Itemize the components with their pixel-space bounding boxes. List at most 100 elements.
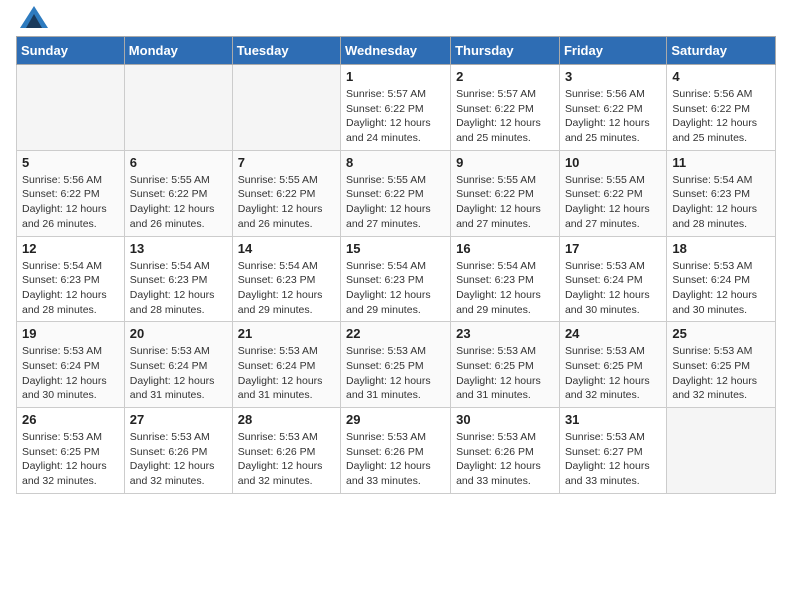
day-info: Sunrise: 5:53 AMSunset: 6:26 PMDaylight:… bbox=[346, 430, 445, 489]
day-number: 14 bbox=[238, 241, 335, 256]
day-info: Sunrise: 5:53 AMSunset: 6:24 PMDaylight:… bbox=[565, 259, 661, 318]
day-cell: 18 Sunrise: 5:53 AMSunset: 6:24 PMDayligh… bbox=[667, 236, 776, 322]
weekday-thursday: Thursday bbox=[451, 37, 560, 65]
day-info: Sunrise: 5:53 AMSunset: 6:25 PMDaylight:… bbox=[565, 344, 661, 403]
day-info: Sunrise: 5:53 AMSunset: 6:26 PMDaylight:… bbox=[130, 430, 227, 489]
day-number: 10 bbox=[565, 155, 661, 170]
day-number: 5 bbox=[22, 155, 119, 170]
day-cell: 5 Sunrise: 5:56 AMSunset: 6:22 PMDaylight… bbox=[17, 150, 125, 236]
day-number: 25 bbox=[672, 326, 770, 341]
day-info: Sunrise: 5:55 AMSunset: 6:22 PMDaylight:… bbox=[130, 173, 227, 232]
day-cell: 7 Sunrise: 5:55 AMSunset: 6:22 PMDaylight… bbox=[232, 150, 340, 236]
day-cell: 6 Sunrise: 5:55 AMSunset: 6:22 PMDaylight… bbox=[124, 150, 232, 236]
calendar: SundayMondayTuesdayWednesdayThursdayFrid… bbox=[16, 36, 776, 494]
day-number: 17 bbox=[565, 241, 661, 256]
day-cell: 28 Sunrise: 5:53 AMSunset: 6:26 PMDayligh… bbox=[232, 408, 340, 494]
day-number: 11 bbox=[672, 155, 770, 170]
day-cell: 25 Sunrise: 5:53 AMSunset: 6:25 PMDayligh… bbox=[667, 322, 776, 408]
day-cell: 20 Sunrise: 5:53 AMSunset: 6:24 PMDayligh… bbox=[124, 322, 232, 408]
weekday-friday: Friday bbox=[559, 37, 666, 65]
day-info: Sunrise: 5:55 AMSunset: 6:22 PMDaylight:… bbox=[565, 173, 661, 232]
day-number: 28 bbox=[238, 412, 335, 427]
logo bbox=[16, 16, 48, 28]
day-info: Sunrise: 5:53 AMSunset: 6:26 PMDaylight:… bbox=[238, 430, 335, 489]
day-info: Sunrise: 5:54 AMSunset: 6:23 PMDaylight:… bbox=[672, 173, 770, 232]
day-number: 31 bbox=[565, 412, 661, 427]
day-cell bbox=[17, 65, 125, 151]
day-cell: 24 Sunrise: 5:53 AMSunset: 6:25 PMDayligh… bbox=[559, 322, 666, 408]
day-cell: 9 Sunrise: 5:55 AMSunset: 6:22 PMDaylight… bbox=[451, 150, 560, 236]
weekday-saturday: Saturday bbox=[667, 37, 776, 65]
day-info: Sunrise: 5:57 AMSunset: 6:22 PMDaylight:… bbox=[456, 87, 554, 146]
day-info: Sunrise: 5:54 AMSunset: 6:23 PMDaylight:… bbox=[130, 259, 227, 318]
day-info: Sunrise: 5:53 AMSunset: 6:25 PMDaylight:… bbox=[346, 344, 445, 403]
day-number: 22 bbox=[346, 326, 445, 341]
day-cell: 13 Sunrise: 5:54 AMSunset: 6:23 PMDayligh… bbox=[124, 236, 232, 322]
day-number: 1 bbox=[346, 69, 445, 84]
day-number: 30 bbox=[456, 412, 554, 427]
weekday-header-row: SundayMondayTuesdayWednesdayThursdayFrid… bbox=[17, 37, 776, 65]
week-row-2: 5 Sunrise: 5:56 AMSunset: 6:22 PMDaylight… bbox=[17, 150, 776, 236]
day-info: Sunrise: 5:53 AMSunset: 6:25 PMDaylight:… bbox=[672, 344, 770, 403]
day-cell: 21Sunrise: 5:53 AMSunset: 6:24 PMDayligh… bbox=[232, 322, 340, 408]
day-cell: 3 Sunrise: 5:56 AMSunset: 6:22 PMDaylight… bbox=[559, 65, 666, 151]
day-info: Sunrise: 5:53 AMSunset: 6:25 PMDaylight:… bbox=[22, 430, 119, 489]
day-number: 12 bbox=[22, 241, 119, 256]
day-info: Sunrise: 5:54 AMSunset: 6:23 PMDaylight:… bbox=[456, 259, 554, 318]
day-info: Sunrise: 5:56 AMSunset: 6:22 PMDaylight:… bbox=[565, 87, 661, 146]
day-number: 26 bbox=[22, 412, 119, 427]
day-number: 23 bbox=[456, 326, 554, 341]
day-cell: 12 Sunrise: 5:54 AMSunset: 6:23 PMDayligh… bbox=[17, 236, 125, 322]
day-info: Sunrise: 5:57 AMSunset: 6:22 PMDaylight:… bbox=[346, 87, 445, 146]
day-number: 16 bbox=[456, 241, 554, 256]
day-cell: 30 Sunrise: 5:53 AMSunset: 6:26 PMDayligh… bbox=[451, 408, 560, 494]
weekday-monday: Monday bbox=[124, 37, 232, 65]
day-number: 24 bbox=[565, 326, 661, 341]
day-number: 4 bbox=[672, 69, 770, 84]
week-row-3: 12 Sunrise: 5:54 AMSunset: 6:23 PMDayligh… bbox=[17, 236, 776, 322]
day-info: Sunrise: 5:56 AMSunset: 6:22 PMDaylight:… bbox=[22, 173, 119, 232]
day-cell: 1 Sunrise: 5:57 AMSunset: 6:22 PMDaylight… bbox=[341, 65, 451, 151]
day-number: 13 bbox=[130, 241, 227, 256]
day-number: 6 bbox=[130, 155, 227, 170]
day-info: Sunrise: 5:53 AMSunset: 6:25 PMDaylight:… bbox=[456, 344, 554, 403]
day-number: 15 bbox=[346, 241, 445, 256]
week-row-5: 26 Sunrise: 5:53 AMSunset: 6:25 PMDayligh… bbox=[17, 408, 776, 494]
day-cell: 31 Sunrise: 5:53 AMSunset: 6:27 PMDayligh… bbox=[559, 408, 666, 494]
week-row-4: 19 Sunrise: 5:53 AMSunset: 6:24 PMDayligh… bbox=[17, 322, 776, 408]
day-cell: 22 Sunrise: 5:53 AMSunset: 6:25 PMDayligh… bbox=[341, 322, 451, 408]
day-info: Sunrise: 5:53 AMSunset: 6:24 PMDaylight:… bbox=[672, 259, 770, 318]
day-info: Sunrise: 5:53 AMSunset: 6:27 PMDaylight:… bbox=[565, 430, 661, 489]
day-cell bbox=[232, 65, 340, 151]
day-number: 27 bbox=[130, 412, 227, 427]
weekday-tuesday: Tuesday bbox=[232, 37, 340, 65]
day-info: Sunrise: 5:54 AMSunset: 6:23 PMDaylight:… bbox=[346, 259, 445, 318]
day-number: 20 bbox=[130, 326, 227, 341]
day-number: 9 bbox=[456, 155, 554, 170]
day-info: Sunrise: 5:55 AMSunset: 6:22 PMDaylight:… bbox=[456, 173, 554, 232]
day-number: 7 bbox=[238, 155, 335, 170]
day-info: Sunrise: 5:53 AMSunset: 6:24 PMDaylight:… bbox=[130, 344, 227, 403]
day-cell: 27 Sunrise: 5:53 AMSunset: 6:26 PMDayligh… bbox=[124, 408, 232, 494]
day-info: Sunrise: 5:53 AMSunset: 6:24 PMDaylight:… bbox=[22, 344, 119, 403]
day-info: Sunrise: 5:55 AMSunset: 6:22 PMDaylight:… bbox=[346, 173, 445, 232]
day-cell: 11 Sunrise: 5:54 AMSunset: 6:23 PMDayligh… bbox=[667, 150, 776, 236]
day-info: Sunrise: 5:54 AMSunset: 6:23 PMDaylight:… bbox=[238, 259, 335, 318]
day-number: 2 bbox=[456, 69, 554, 84]
weekday-wednesday: Wednesday bbox=[341, 37, 451, 65]
day-cell: 29Sunrise: 5:53 AMSunset: 6:26 PMDayligh… bbox=[341, 408, 451, 494]
logo-icon bbox=[20, 6, 48, 28]
day-cell: 2 Sunrise: 5:57 AMSunset: 6:22 PMDaylight… bbox=[451, 65, 560, 151]
day-number: 19 bbox=[22, 326, 119, 341]
day-cell bbox=[124, 65, 232, 151]
day-number: 3 bbox=[565, 69, 661, 84]
day-number: 8 bbox=[346, 155, 445, 170]
day-cell: 10 Sunrise: 5:55 AMSunset: 6:22 PMDayligh… bbox=[559, 150, 666, 236]
day-cell bbox=[667, 408, 776, 494]
day-info: Sunrise: 5:53 AMSunset: 6:26 PMDaylight:… bbox=[456, 430, 554, 489]
day-info: Sunrise: 5:54 AMSunset: 6:23 PMDaylight:… bbox=[22, 259, 119, 318]
day-cell: 23 Sunrise: 5:53 AMSunset: 6:25 PMDayligh… bbox=[451, 322, 560, 408]
day-info: Sunrise: 5:55 AMSunset: 6:22 PMDaylight:… bbox=[238, 173, 335, 232]
day-cell: 19 Sunrise: 5:53 AMSunset: 6:24 PMDayligh… bbox=[17, 322, 125, 408]
day-number: 18 bbox=[672, 241, 770, 256]
